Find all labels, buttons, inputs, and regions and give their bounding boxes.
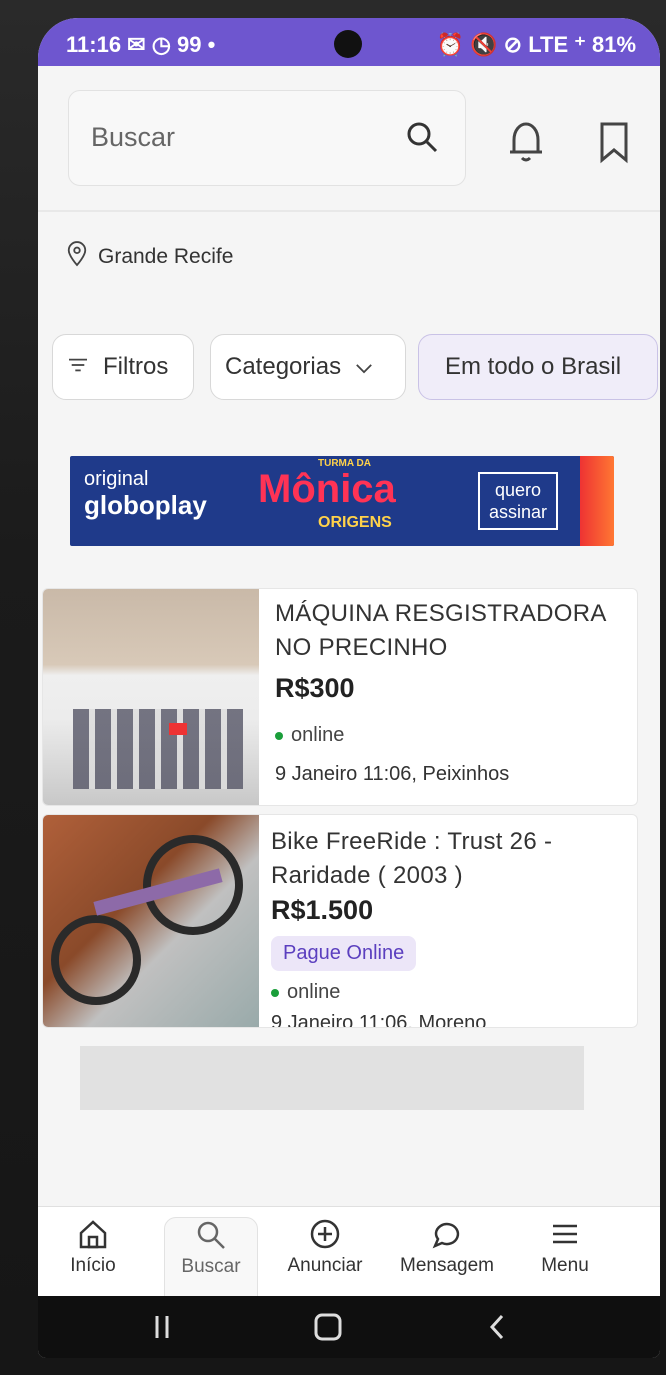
phone-frame: 11:16 ✉ ◷ 99 • ⏰ 🔇 ⊘ LTE ⁺ 81% Buscar Gr… [0, 0, 666, 1375]
location-pin-icon [66, 241, 88, 273]
home-icon [79, 1220, 107, 1249]
nav-search-label: Buscar [181, 1256, 241, 1277]
online-dot-icon [275, 731, 283, 740]
listing-photo [43, 589, 259, 805]
listing-card[interactable]: Bike FreeRide : Trust 26 - Raridade ( 20… [42, 814, 638, 1028]
listing-price: R$1.500 [271, 895, 374, 925]
listing-status-label: online [291, 724, 345, 746]
back-icon[interactable] [482, 1308, 514, 1346]
header-divider [38, 210, 660, 212]
listing-info: MÁQUINA RESGISTRADORA NO PRECINHO R$300 … [275, 589, 635, 786]
bookmark-icon[interactable] [592, 116, 636, 168]
nav-home-label: Início [70, 1255, 116, 1276]
banner-subtitle: ORIGENS [318, 514, 392, 531]
ad-banner[interactable]: original globoplay TURMA DA Mônica ORIGE… [70, 456, 614, 546]
nav-menu[interactable]: Menu [528, 1217, 602, 1277]
banner-line1: original [84, 468, 149, 490]
filters-label: Filtros [103, 353, 169, 380]
banner-line2: globoplay [84, 490, 207, 520]
banner-stripe [580, 456, 614, 546]
categories-dropdown[interactable]: Categorias [210, 334, 406, 400]
listing-title: Bike FreeRide : Trust 26 - Raridade ( 20… [271, 828, 553, 889]
filter-lines-icon [67, 353, 89, 381]
pay-online-badge[interactable]: Pague Online [271, 936, 417, 971]
screen: 11:16 ✉ ◷ 99 • ⏰ 🔇 ⊘ LTE ⁺ 81% Buscar Gr… [38, 18, 660, 1358]
bell-icon[interactable] [504, 116, 548, 168]
main-content: Grande Recife Filtros Categorias Em todo [38, 66, 660, 1206]
banner-brand: original globoplay [84, 468, 207, 520]
nav-menu-label: Menu [541, 1255, 589, 1276]
listing-meta: 9 Janeiro 11:06, Moreno [271, 1012, 487, 1028]
nav-post[interactable]: Anunciar [272, 1217, 378, 1277]
listing-price: R$300 [275, 673, 355, 703]
system-navigation-bar [38, 1296, 660, 1358]
filters-button[interactable]: Filtros [52, 334, 194, 400]
listing-status: online [275, 724, 635, 747]
filter-chips: Filtros Categorias Em todo o Brasil [52, 334, 660, 404]
listing-photo [43, 815, 259, 1027]
region-label: Em todo o Brasil [445, 353, 622, 380]
nav-home[interactable]: Início [56, 1217, 130, 1277]
listing-card[interactable]: MÁQUINA RESGISTRADORA NO PRECINHO R$300 … [42, 588, 638, 806]
search-box[interactable] [68, 90, 466, 186]
recent-apps-icon[interactable] [146, 1308, 178, 1346]
hamburger-menu-icon [553, 1224, 577, 1244]
listing-title: MÁQUINA RESGISTRADORA NO PRECINHO [275, 600, 606, 661]
search-icon [197, 1221, 225, 1249]
listing-status-label: online [287, 981, 341, 1003]
listing-info: Bike FreeRide : Trust 26 - Raridade ( 20… [271, 815, 631, 1028]
search-input[interactable] [91, 117, 381, 157]
chat-bubble-icon [432, 1222, 460, 1249]
banner-title: Mônica [258, 467, 396, 511]
status-time: 11:16 ✉ ◷ 99 • [66, 32, 216, 57]
listing-status: online [271, 981, 631, 1004]
home-button-icon[interactable] [312, 1308, 344, 1346]
online-dot-icon [271, 988, 279, 997]
chevron-down-icon [355, 353, 373, 381]
categories-label: Categorias [225, 353, 342, 380]
listing-meta: 9 Janeiro 11:06, Peixinhos [275, 763, 510, 785]
nav-messages[interactable]: Mensagem [386, 1217, 508, 1277]
search-icon[interactable] [404, 119, 440, 155]
banner-cta-button[interactable]: quero assinar [478, 472, 558, 530]
nav-messages-label: Mensagem [400, 1255, 494, 1276]
location-label: Grande Recife [98, 245, 234, 268]
front-camera [334, 30, 362, 58]
region-chip[interactable]: Em todo o Brasil [418, 334, 658, 400]
status-bar: 11:16 ✉ ◷ 99 • ⏰ 🔇 ⊘ LTE ⁺ 81% [38, 18, 660, 66]
bottom-navigation: Início Buscar Anunciar Mensagem Menu [38, 1206, 660, 1313]
plus-circle-icon [310, 1219, 340, 1249]
status-indicators: ⏰ 🔇 ⊘ LTE ⁺ 81% [436, 32, 636, 57]
loading-placeholder [80, 1046, 584, 1110]
nav-post-label: Anunciar [287, 1255, 363, 1276]
location-selector[interactable]: Grande Recife [66, 241, 234, 273]
